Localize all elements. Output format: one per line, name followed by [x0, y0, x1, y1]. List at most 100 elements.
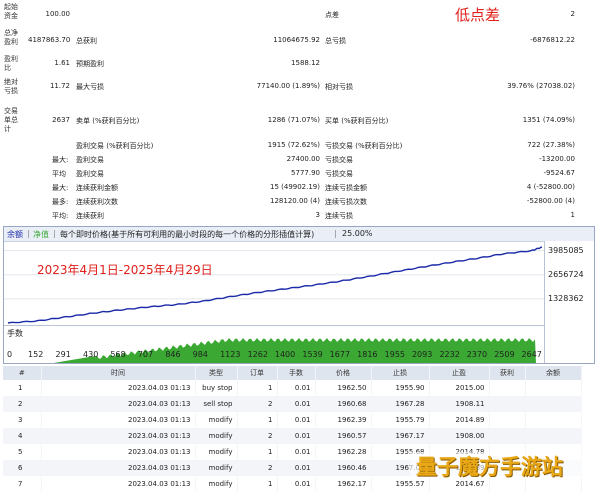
- stat-value-consecutive-losses-count: -52800.00 (4): [526, 197, 575, 205]
- stat-value-absolute-drawdown: 11.72: [49, 82, 70, 90]
- stat-value-consecutive-losses-money: 4 (-52800.00): [526, 183, 575, 191]
- col-header-time[interactable]: 时间: [41, 366, 196, 380]
- cell-time: 2023.04.03 01:13: [41, 444, 196, 460]
- x-tick-label: 1955: [384, 350, 405, 359]
- cell-profit: [489, 412, 526, 428]
- table-row[interactable]: 4 2023.04.03 01:13 modify 2 0.01 1960.57 1967.…: [3, 428, 582, 444]
- cell-price: 1962.50: [315, 380, 372, 396]
- cell-tp: 1908.11: [429, 396, 490, 412]
- stat-label-max-drawdown: 最大亏损: [76, 83, 104, 91]
- stat-label-profit-factor: 盈利 比: [4, 55, 18, 72]
- x-tick-label: 1123: [220, 350, 241, 359]
- x-tick-label: 291: [55, 350, 71, 359]
- watermark-text: 量子魔方手游站: [416, 455, 563, 479]
- cell-price: 1960.68: [315, 396, 372, 412]
- statistics-panel: 起始 资金 100.00 总净 盈利 4187863.70 盈利 比 1.61 …: [0, 0, 596, 224]
- cell-type: modify: [195, 412, 238, 428]
- stat-label-total-trades: 交易 单总 计: [4, 107, 18, 133]
- col-header-profit[interactable]: 获利: [489, 366, 526, 380]
- cell-idx: 6: [3, 460, 42, 476]
- balance-series-line: [7, 246, 543, 324]
- stat-label-long-positions: 买单 (%获利百分比): [325, 117, 389, 125]
- stat-value-consecutive-wins-money: 15 (49902.19): [270, 183, 320, 191]
- stat-value-spread: 2: [570, 10, 575, 18]
- cell-idx: 2: [3, 396, 42, 412]
- orders-header-row: # 时间 类型 订单 手数 价格 止损 止盈 获利 余额: [3, 366, 582, 380]
- x-tick-label: 2093: [411, 350, 433, 359]
- cell-type: sell stop: [195, 396, 238, 412]
- cell-price: 1960.57: [315, 428, 372, 444]
- cell-tp: 2015.00: [429, 380, 490, 396]
- x-tick-label: 2232: [439, 350, 460, 359]
- x-tick-label: 1400: [274, 350, 296, 359]
- stat-prefix-largest: 最大:: [52, 156, 69, 164]
- table-row[interactable]: 2 2023.04.03 01:13 sell stop 2 0.01 1960.68 19…: [3, 396, 582, 412]
- cell-profit: [489, 428, 526, 444]
- stat-label-consecutive-losses-count: 连续亏损次数: [325, 198, 367, 206]
- x-tick-label: 1262: [247, 350, 268, 359]
- col-header-price[interactable]: 价格: [315, 366, 372, 380]
- table-row[interactable]: 1 2023.04.03 01:13 buy stop 1 0.01 1962.50 195…: [3, 380, 582, 396]
- stat-label-gross-profit: 总获利: [76, 37, 97, 45]
- stat-value-expected-payoff: 1588.12: [291, 59, 320, 67]
- legend-separator: |: [27, 229, 30, 238]
- stat-value-max-drawdown: 77140.00 (1.89%): [256, 82, 320, 90]
- stat-prefix-maximum: 最大:: [52, 184, 69, 192]
- legend-balance: 余额: [7, 230, 23, 239]
- cell-time: 2023.04.03 01:13: [41, 412, 196, 428]
- stat-value-consecutive-wins: 3: [315, 211, 320, 219]
- stat-value-loss-trades: 722 (27.38%): [527, 141, 575, 149]
- stat-label-short-positions: 卖单 (%获利百分比): [76, 117, 140, 125]
- cell-order: 2: [237, 460, 278, 476]
- stat-value-profit-trades: 1915 (72.62%): [267, 141, 320, 149]
- stat-label-absolute-drawdown: 绝对 亏损: [4, 78, 18, 95]
- stat-prefix-maximal: 最多:: [52, 198, 69, 206]
- stat-value-relative-drawdown: 39.76% (27038.02): [507, 82, 575, 90]
- stat-value-gross-profit: 11064675.92: [273, 36, 320, 44]
- stat-value-short-positions: 1286 (71.07%): [267, 116, 320, 124]
- y-tick-label: 2656724: [548, 269, 584, 279]
- stat-value-average-profit: 5777.90: [291, 169, 320, 177]
- stat-label-consecutive-losses-money: 连续亏损金额: [325, 184, 367, 192]
- x-tick-label: 984: [192, 350, 208, 359]
- stat-value-net-profit: 4187863.70: [28, 36, 71, 44]
- chart-header: 余额 | 净值 | 每个即时价格(基于所有可利用的最小时段的每一个价格的分形插值…: [4, 227, 594, 242]
- stat-label-relative-drawdown: 相对亏损: [325, 83, 353, 91]
- stat-label-consecutive-wins: 连续获利: [76, 212, 104, 220]
- cell-lots: 0.01: [277, 412, 316, 428]
- col-header-index[interactable]: #: [3, 366, 42, 380]
- col-header-take-profit[interactable]: 止盈: [429, 366, 490, 380]
- legend-separator-2: |: [53, 229, 56, 238]
- stat-value-consecutive-losses: 1: [570, 211, 575, 219]
- cell-type: modify: [195, 428, 238, 444]
- cell-time: 2023.04.03 01:13: [41, 460, 196, 476]
- col-header-order[interactable]: 订单: [237, 366, 278, 380]
- cell-type: modify: [195, 460, 238, 476]
- table-row[interactable]: 3 2023.04.03 01:13 modify 1 0.01 1962.39 1955.…: [3, 412, 582, 428]
- cell-tp: 1908.00: [429, 428, 490, 444]
- stat-value-total-trades: 2637: [52, 116, 70, 124]
- col-header-lots[interactable]: 手数: [277, 366, 316, 380]
- x-tick-label: 568: [110, 350, 126, 359]
- col-header-type[interactable]: 类型: [195, 366, 238, 380]
- chart-header-text: 每个即时价格(基于所有可利用的最小时段的每一个价格的分形插值计算): [60, 230, 315, 239]
- col-header-stop-loss[interactable]: 止损: [371, 366, 430, 380]
- stat-label-net-profit: 总净 盈利: [4, 29, 18, 46]
- cell-idx: 1: [3, 380, 42, 396]
- stat-label-consecutive-wins-count: 连续获利次数: [76, 198, 118, 206]
- stat-label-profit-trades: 盈利交易 (%获利百分比): [76, 142, 154, 150]
- cell-balance: [525, 428, 582, 444]
- cell-time: 2023.04.03 01:13: [41, 380, 196, 396]
- cell-time: 2023.04.03 01:13: [41, 428, 196, 444]
- cell-profit: [489, 396, 526, 412]
- cell-type: modify: [195, 476, 238, 492]
- cell-sl: 1967.28: [371, 396, 430, 412]
- col-header-balance[interactable]: 余额: [525, 366, 582, 380]
- cell-lots: 0.01: [277, 428, 316, 444]
- stat-value-largest-loss: -13200.00: [539, 155, 575, 163]
- y-tick-label: 3985085: [548, 245, 584, 255]
- cell-sl: 1967.17: [371, 428, 430, 444]
- legend-equity: 净值: [33, 230, 49, 239]
- cell-order: 1: [237, 476, 278, 492]
- x-tick-label: 0: [7, 350, 13, 359]
